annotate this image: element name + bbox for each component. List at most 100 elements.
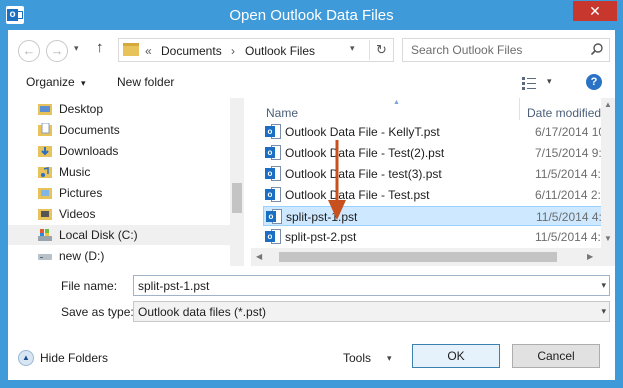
file-name: Outlook Data File - KellyT.pst [285,125,440,139]
outlook-logo-letter: o [265,189,275,200]
outlook-logo-letter: o [265,231,275,242]
file-name-label: File name: [61,279,118,293]
downloads-folder-icon [38,146,52,157]
file-row-selected[interactable]: o split-pst-1.pst 11/5/2014 4:48 [263,206,615,226]
file-row[interactable]: o Outlook Data File - Test.pst 6/11/2014… [263,185,615,205]
scroll-left-icon[interactable]: ◀ [256,252,262,261]
dialog-window: o Open Outlook Data Files ✕ ← → ▾ ↑ « Do… [0,0,623,388]
sidebar-item-drive-d[interactable]: new (D:) [8,246,230,266]
videos-folder-icon [38,209,52,220]
sidebar-item-label: Desktop [59,102,104,116]
hide-folders-label: Hide Folders [40,351,109,365]
sidebar-item-downloads[interactable]: Downloads [8,141,230,161]
sidebar-item-label: Videos [59,207,96,221]
chevron-down-icon: ▾ [547,76,552,86]
refresh-icon[interactable]: ↻ [369,40,393,60]
pst-file-icon: o [265,229,281,244]
column-divider[interactable] [519,98,520,120]
scroll-down-icon[interactable]: ▼ [604,234,612,243]
folder-icon [123,43,139,56]
close-button[interactable]: ✕ [573,1,617,21]
chevron-down-icon: ▾ [387,353,392,363]
organize-menu[interactable]: Organize ▾ [26,75,86,89]
chevron-up-icon: ▲ [18,350,34,366]
ok-button[interactable]: OK [412,344,500,368]
drive-icon [38,254,52,260]
view-details-icon [522,77,536,90]
save-as-type-value: Outlook data files (*.pst) [138,305,267,319]
search-icon [590,43,603,56]
breadcrumb-outlook-files[interactable]: Outlook Files [245,44,315,58]
pictures-folder-icon [38,188,52,199]
sidebar-item-label: Documents [59,123,120,137]
breadcrumb-documents[interactable]: Documents [161,44,222,58]
help-icon[interactable]: ? [586,74,602,90]
breadcrumb-separator: › [231,44,235,58]
scroll-right-icon[interactable]: ▶ [587,252,593,261]
sort-ascending-icon: ▲ [393,99,400,106]
search-input[interactable] [403,39,583,61]
pst-file-icon: o [265,124,281,139]
desktop-folder-icon [38,104,52,115]
pst-file-icon: o [265,187,281,202]
file-list-horizontal-scrollbar[interactable]: ◀ ▶ [251,248,601,266]
navigation-pane[interactable]: Desktop Documents Downloads Music Pictur… [8,98,244,266]
music-folder-icon [38,167,52,178]
sidebar-item-videos[interactable]: Videos [8,204,230,224]
file-list-vertical-scrollbar[interactable]: ▲ ▼ [601,98,615,266]
sidebar-item-documents[interactable]: Documents [8,120,230,140]
file-name: Outlook Data File - Test(2).pst [285,146,445,160]
outlook-logo-letter: o [265,126,275,137]
file-name: Outlook Data File - Test.pst [285,188,430,202]
sidebar-item-local-disk-c[interactable]: Local Disk (C:) [8,225,230,245]
annotation-arrow-icon [328,140,346,220]
search-box[interactable] [402,38,610,62]
scrollbar-thumb[interactable] [232,183,242,213]
file-row[interactable]: o Outlook Data File - Test(2).pst 7/15/2… [263,143,615,163]
outlook-logo-letter: o [266,211,276,222]
title-bar[interactable]: o Open Outlook Data Files ✕ [0,0,623,30]
sidebar-item-desktop[interactable]: Desktop [8,99,230,119]
save-as-type-label: Save as type: [61,305,134,319]
recent-locations-dropdown[interactable]: ▾ [74,43,79,54]
local-disk-icon [38,229,52,241]
chevron-down-icon: ▾ [601,306,606,316]
pst-file-icon: o [266,209,282,224]
address-history-dropdown[interactable]: ▾ [350,43,355,54]
back-button[interactable]: ← [18,40,40,62]
change-view-button[interactable]: ▾ [521,73,561,93]
tools-label: Tools [343,351,372,365]
address-bar[interactable]: « Documents › Outlook Files ▾ ↻ [118,38,394,62]
outlook-logo-letter: o [265,168,275,179]
sidebar-item-label: new (D:) [59,249,105,263]
documents-folder-icon [38,123,52,136]
new-folder-button[interactable]: New folder [117,75,174,89]
file-list[interactable]: ▲ Name Date modified o Outlook Data File… [251,98,615,266]
sidebar-item-music[interactable]: Music [8,162,230,182]
dialog-client-area: ← → ▾ ↑ « Documents › Outlook Files ▾ ↻ … [8,30,615,380]
pst-file-icon: o [265,166,281,181]
file-row[interactable]: o Outlook Data File - test(3).pst 11/5/2… [263,164,615,184]
window-title: Open Outlook Data Files [229,7,394,24]
scroll-up-icon[interactable]: ▲ [604,100,612,109]
save-as-type-select[interactable]: Outlook data files (*.pst) ▾ [133,301,610,322]
sidebar-item-pictures[interactable]: Pictures [8,183,230,203]
scrollbar-thumb[interactable] [279,252,557,262]
file-name-value: split-pst-1.pst [138,279,210,293]
outlook-logo-letter: o [265,147,275,158]
tools-menu[interactable]: Tools ▾ [341,348,401,368]
cancel-button[interactable]: Cancel [512,344,600,368]
file-name: split-pst-2.pst [285,230,357,244]
chevron-down-icon[interactable]: ▾ [601,280,606,291]
breadcrumb-overflow[interactable]: « [145,44,152,58]
up-level-button[interactable]: ↑ [96,39,104,56]
forward-button[interactable]: → [46,40,68,62]
navigation-scrollbar[interactable] [230,98,244,266]
file-row[interactable]: o split-pst-2.pst 11/5/2014 4:48 [263,227,615,247]
file-row[interactable]: o Outlook Data File - KellyT.pst 6/17/20… [263,122,615,142]
organize-label: Organize [26,75,75,89]
sidebar-item-label: Local Disk (C:) [59,228,138,242]
file-name-field[interactable]: split-pst-1.pst ▾ [133,275,610,296]
chevron-down-icon: ▾ [81,78,86,88]
pst-file-icon: o [265,145,281,160]
